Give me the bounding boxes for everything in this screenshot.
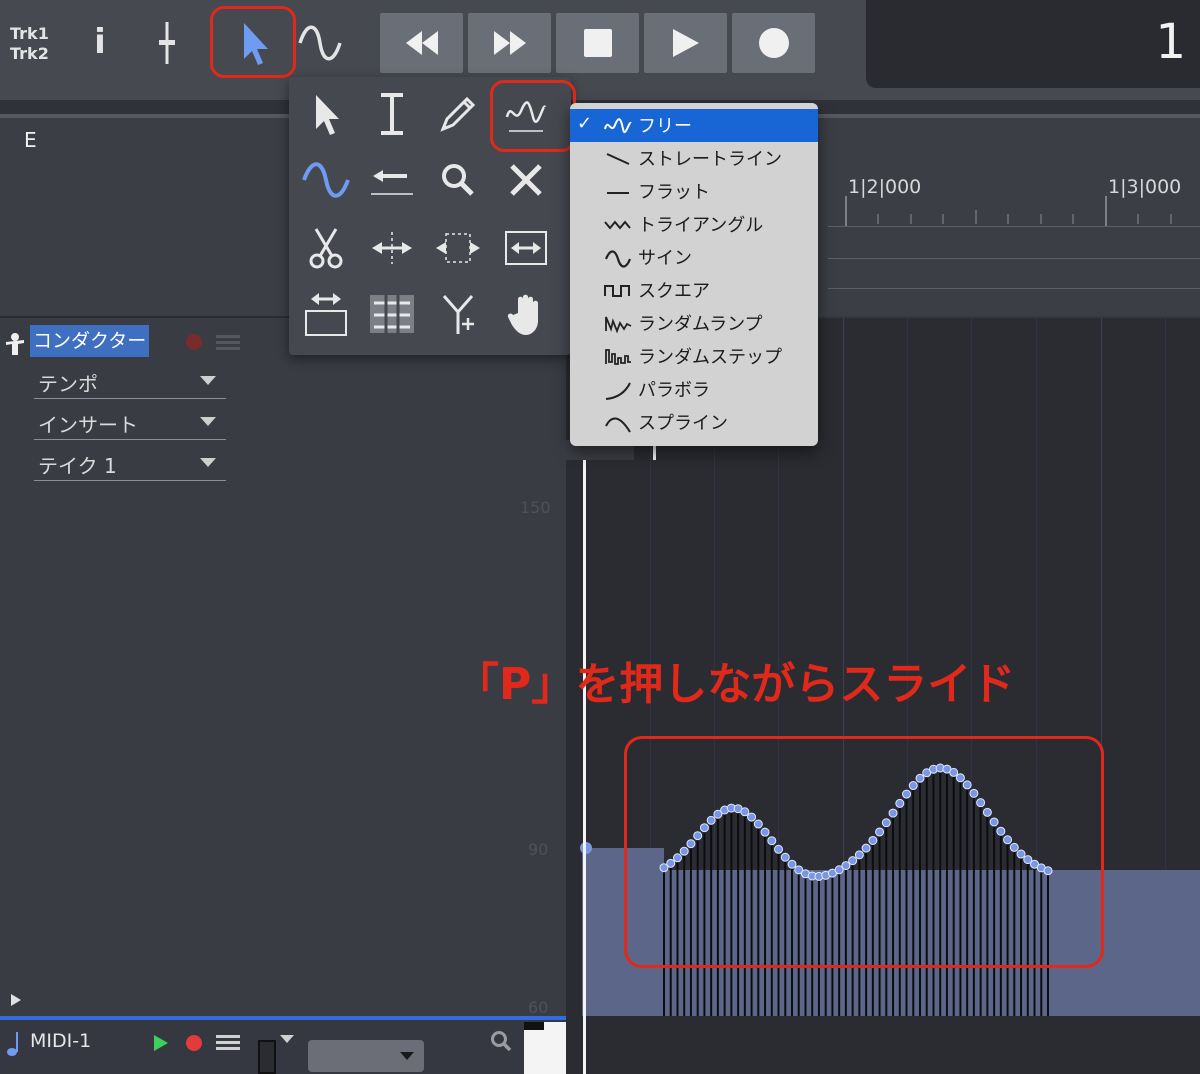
piano-keys (524, 1022, 566, 1074)
check-icon: ✓ (577, 113, 593, 134)
stretch-tool-icon[interactable] (493, 215, 559, 281)
expand-arrow-icon[interactable] (10, 992, 22, 1006)
menu-item-straight-line[interactable]: ストレートライン (570, 142, 818, 175)
menu-item-label: ランダムステップ (638, 347, 782, 368)
range-tool-icon[interactable] (359, 81, 425, 147)
menu-item-label: スクエア (638, 281, 710, 302)
quantize-tool-icon[interactable] (359, 281, 425, 347)
rewind-button[interactable] (380, 13, 463, 73)
track-label-1: Trk1 (10, 24, 49, 43)
menu-item-label: ストレートライン (638, 149, 782, 170)
menu-item-random-ramp[interactable]: ランダムランプ (570, 307, 818, 340)
menu-item-spline[interactable]: スプライン (570, 406, 818, 439)
flat-line-icon (607, 192, 629, 194)
track-menu-icon[interactable] (216, 1034, 240, 1052)
menu-item-square[interactable]: スクエア (570, 274, 818, 307)
note-icon (6, 1030, 22, 1058)
menu-item-label: ランダムランプ (638, 314, 763, 335)
random-step-icon (605, 349, 631, 365)
curve-tool-icon[interactable] (296, 20, 344, 66)
conductor-menu-icon[interactable] (216, 334, 240, 352)
ruler-label-bar3: 1|3|000 (1108, 176, 1182, 198)
stop-button[interactable] (556, 13, 639, 73)
fader-icon[interactable] (152, 20, 182, 66)
pencil-tool-icon[interactable] (425, 81, 491, 147)
chevron-down-icon (200, 417, 216, 426)
zoom-tool-icon[interactable] (425, 147, 491, 213)
menu-item-flat[interactable]: フラット (570, 175, 818, 208)
tempo-param[interactable]: テンポ (34, 368, 226, 399)
take-param[interactable]: テイク 1 (34, 450, 226, 481)
counter-value: 1 (1155, 14, 1186, 70)
playback-cursor[interactable] (583, 440, 586, 1074)
sine-wave-icon (604, 250, 632, 268)
menu-item-free[interactable]: ✓ フリー (570, 109, 818, 142)
chevron-down-icon[interactable] (280, 1035, 294, 1043)
curve-type-menu-items: ✓ フリー ストレートライン フラット トライアングル サイン スクエア ランダ… (570, 103, 818, 446)
delete-tool-icon[interactable] (493, 147, 559, 213)
chevron-down-icon (400, 1052, 414, 1060)
select-tool-icon[interactable] (293, 81, 359, 147)
track-select-dropdown[interactable] (308, 1040, 424, 1072)
take-label: テイク 1 (38, 454, 117, 478)
graph-bottom-strip (566, 1016, 1200, 1074)
left-header-label: E (24, 128, 37, 152)
time-counter: 1 (866, 0, 1200, 88)
play-button[interactable] (644, 13, 727, 73)
tempo-label: テンポ (38, 372, 98, 396)
menu-item-parabola[interactable]: パラボラ (570, 373, 818, 406)
track-level-meter (258, 1040, 276, 1074)
parabola-icon (605, 382, 631, 400)
conductor-track-name[interactable]: コンダクター (30, 325, 150, 357)
track-record-icon[interactable] (186, 1035, 202, 1051)
menu-item-label: フラット (638, 182, 710, 203)
tempo-point-start (580, 842, 592, 854)
menu-item-sine[interactable]: サイン (570, 241, 818, 274)
insert-label: インサート (38, 413, 138, 437)
annotation-text: 「P」を押しながらスライド (455, 659, 1016, 710)
track-label-2: Trk2 (10, 44, 49, 63)
insert-param[interactable]: インサート (34, 409, 226, 440)
square-wave-icon (604, 285, 630, 297)
random-ramp-icon (605, 316, 632, 334)
menu-item-label: フリー (638, 116, 692, 137)
free-curve-tool-highlight (490, 80, 576, 152)
scissors-tool-icon[interactable] (293, 215, 359, 281)
axis-label-60: 60 (528, 998, 549, 1017)
curve-highlight (624, 736, 1104, 968)
chevron-down-icon (200, 458, 216, 467)
axis-label-90: 90 (528, 840, 549, 859)
marker-tool-icon[interactable] (425, 281, 491, 347)
fast-forward-button[interactable] (468, 13, 551, 73)
straight-line-icon (606, 153, 630, 165)
midi-track-name[interactable]: MIDI-1 (30, 1030, 91, 1052)
resize-tool-icon[interactable] (293, 281, 359, 347)
free-curve-icon (604, 118, 632, 133)
ruler-rows (828, 222, 1200, 316)
pointer-tool-highlight (210, 6, 296, 78)
ruler-label-bar2: 1|2|000 (848, 176, 922, 198)
menu-item-random-step[interactable]: ランダムステップ (570, 340, 818, 373)
sine-curve-tool-icon[interactable] (293, 147, 359, 213)
menu-item-label: スプライン (638, 413, 728, 434)
shift-tool-icon[interactable] (359, 147, 425, 213)
triangle-wave-icon (604, 220, 631, 230)
track-play-icon[interactable] (152, 1033, 170, 1053)
menu-item-triangle[interactable]: トライアングル (570, 208, 818, 241)
record-button[interactable] (732, 13, 815, 73)
search-icon[interactable] (490, 1030, 512, 1052)
trim-tool-icon[interactable] (425, 215, 491, 281)
spline-icon (605, 417, 631, 433)
axis-label-150: 150 (520, 498, 551, 517)
split-tool-icon[interactable] (359, 215, 425, 281)
menu-item-label: サイン (638, 248, 692, 269)
info-icon[interactable]: i (86, 22, 114, 62)
conductor-icon (4, 332, 26, 356)
menu-item-label: トライアングル (638, 215, 764, 236)
menu-item-label: パラボラ (638, 380, 710, 401)
conductor-record-icon[interactable] (186, 334, 202, 350)
hand-tool-icon[interactable] (493, 281, 559, 347)
chevron-down-icon (200, 376, 216, 385)
